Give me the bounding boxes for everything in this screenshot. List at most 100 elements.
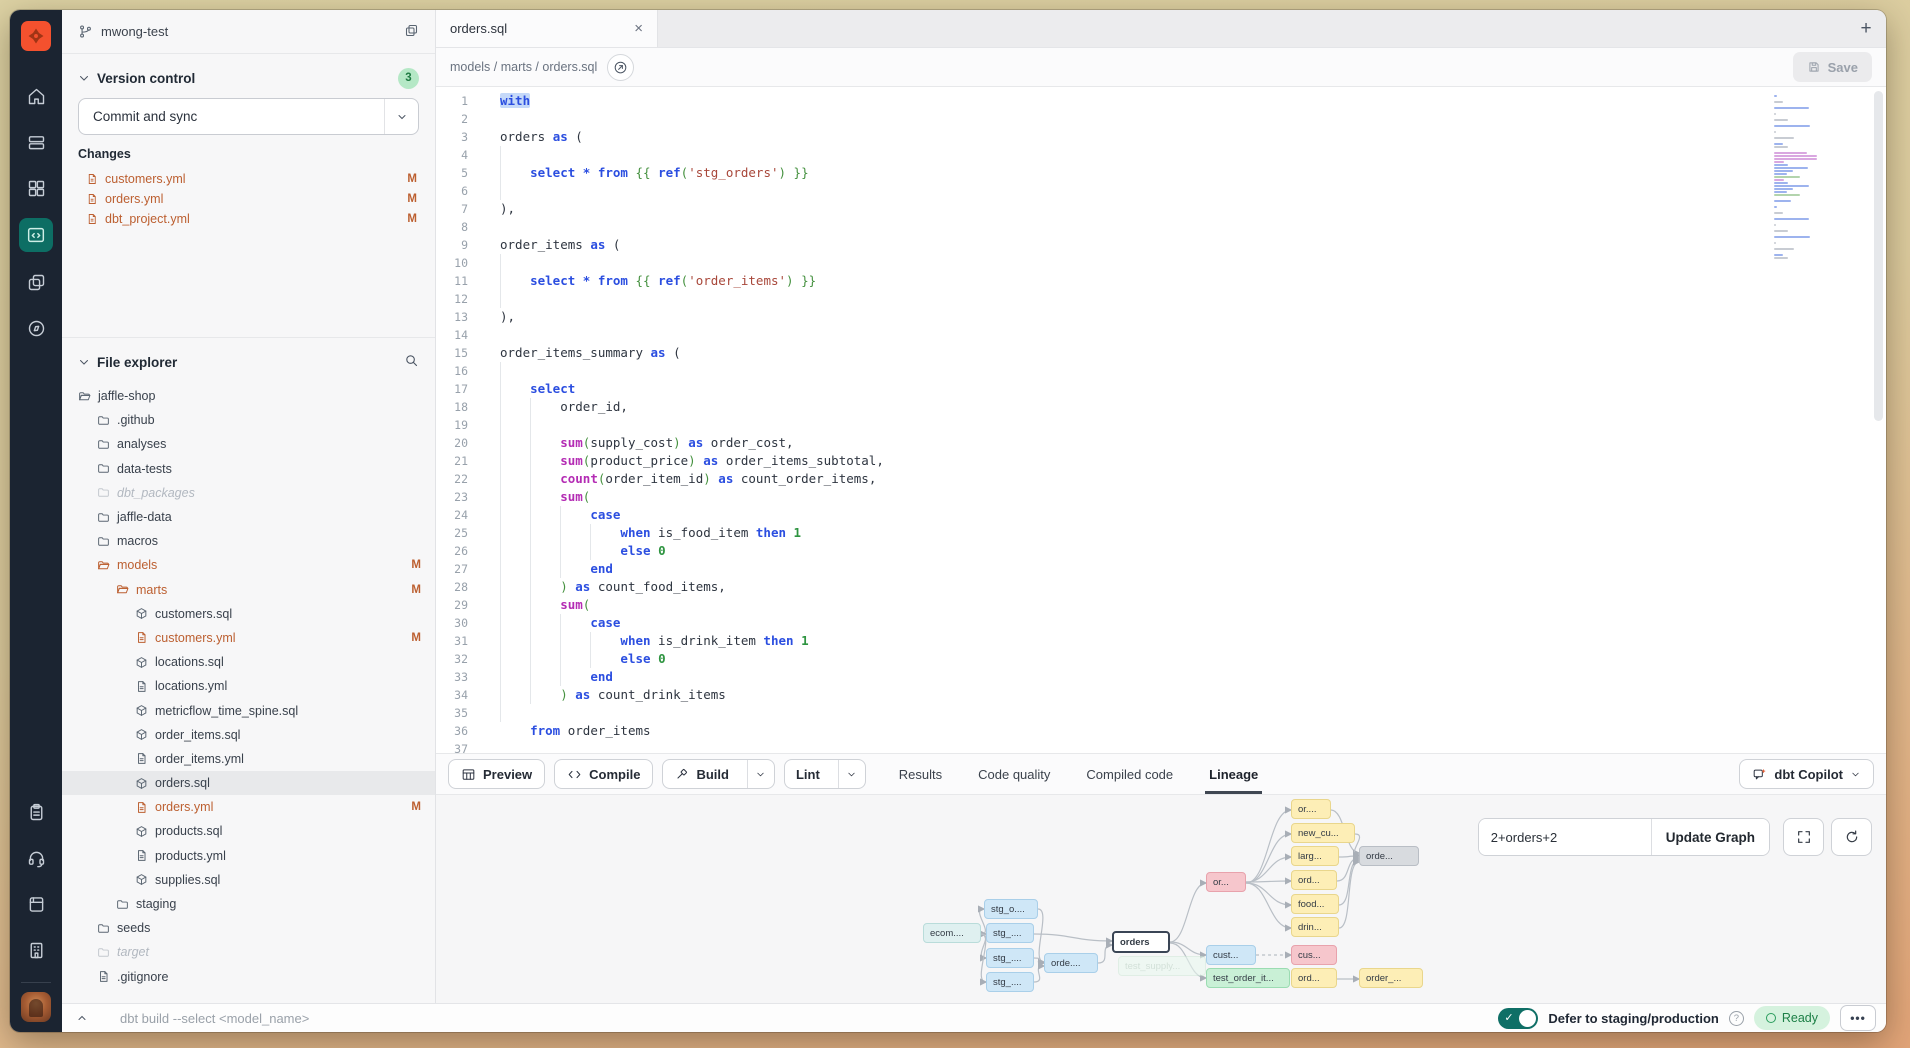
lineage-node-newcu[interactable]: new_cu... [1291, 823, 1355, 843]
tree-item-locations-sql[interactable]: locations.sql [62, 650, 435, 674]
commit-history-icon[interactable] [404, 23, 419, 41]
lineage-node-orde[interactable]: orde.... [1044, 953, 1098, 973]
scrollbar-thumb[interactable] [1874, 91, 1883, 421]
compile-button[interactable]: Compile [554, 759, 653, 789]
changed-file-row[interactable]: customers.ymlM [62, 169, 435, 189]
tree-item-dbt-packages[interactable]: dbt_packages [62, 481, 435, 505]
dbt-copilot-button[interactable]: dbt Copilot [1739, 759, 1874, 789]
view-lineage-icon[interactable] [607, 54, 634, 81]
close-tab-icon[interactable]: × [634, 21, 643, 36]
lineage-node-cus[interactable]: cus... [1291, 945, 1337, 965]
lineage-node-orde[interactable]: orde... [1359, 846, 1419, 866]
tree-item-jaffle-shop[interactable]: jaffle-shop [62, 384, 435, 408]
build-button[interactable]: Build [662, 759, 775, 789]
info-icon[interactable]: ? [1729, 1011, 1744, 1026]
clipboard-icon[interactable] [24, 800, 48, 824]
changed-file-row[interactable]: orders.ymlM [62, 189, 435, 209]
tab-lineage[interactable]: Lineage [1209, 754, 1258, 794]
lineage-node-food[interactable]: food... [1291, 894, 1339, 914]
lineage-node-orders[interactable]: orders [1112, 931, 1170, 953]
ide-active-icon[interactable] [19, 218, 53, 252]
lineage-node-ecom[interactable]: ecom.... [923, 923, 981, 943]
expand-command-bar-icon[interactable] [72, 1008, 92, 1028]
lineage-filter-input[interactable] [1479, 819, 1651, 855]
lineage-node-or[interactable]: or.... [1291, 799, 1331, 819]
tree-item-orders-yml[interactable]: orders.ymlM [62, 795, 435, 819]
tree-item-locations-yml[interactable]: locations.yml [62, 674, 435, 698]
lint-button[interactable]: Lint [784, 759, 866, 789]
org-building-icon[interactable] [24, 938, 48, 962]
explore-compass-icon[interactable] [24, 316, 48, 340]
user-avatar[interactable] [21, 992, 51, 1022]
lint-options-caret[interactable] [838, 760, 865, 788]
tree-item-data-tests[interactable]: data-tests [62, 457, 435, 481]
tab-compiled-code[interactable]: Compiled code [1086, 754, 1173, 794]
tree-item-staging[interactable]: staging [62, 892, 435, 916]
lineage-node-stg[interactable]: stg_.... [986, 948, 1034, 968]
tree-item-analyses[interactable]: analyses [62, 432, 435, 456]
lineage-node-testorderit[interactable]: test_order_it... [1206, 968, 1290, 988]
tree-item-metricflow-time-spine-sql[interactable]: metricflow_time_spine.sql [62, 698, 435, 722]
minimap[interactable] [1774, 95, 1836, 260]
preview-button[interactable]: Preview [448, 759, 545, 789]
tree-item-models[interactable]: modelsM [62, 553, 435, 577]
defer-toggle[interactable]: ✓ [1498, 1008, 1538, 1029]
lineage-node-or[interactable]: or... [1206, 872, 1246, 892]
file-explorer-header[interactable]: File explorer [78, 350, 419, 374]
tree-item-order-items-yml[interactable]: order_items.yml [62, 747, 435, 771]
docs-book-icon[interactable] [24, 892, 48, 916]
tree-item--gitignore[interactable]: .gitignore [62, 965, 435, 989]
lineage-node-ord[interactable]: ord... [1291, 968, 1337, 988]
code-editor[interactable]: 1234567891011121314151617181920212223242… [436, 87, 1886, 753]
lineage-node-testsupply[interactable]: test_supply... [1118, 956, 1206, 976]
tree-item-jaffle-data[interactable]: jaffle-data [62, 505, 435, 529]
tree-item-order-items-sql[interactable]: order_items.sql [62, 723, 435, 747]
tree-item-macros[interactable]: macros [62, 529, 435, 553]
result-tabs: Results Code quality Compiled code Lineage [899, 754, 1258, 794]
file-search-icon[interactable] [404, 353, 419, 371]
tree-item-customers-sql[interactable]: customers.sql [62, 602, 435, 626]
command-input[interactable]: dbt build --select <model_name> [120, 1011, 309, 1026]
refresh-button[interactable] [1831, 818, 1872, 856]
lineage-node-stg[interactable]: stg_.... [986, 923, 1034, 943]
tree-item-products-sql[interactable]: products.sql [62, 819, 435, 843]
tree-item--github[interactable]: .github [62, 408, 435, 432]
environments-icon[interactable] [24, 130, 48, 154]
lineage-node-cust[interactable]: cust... [1206, 945, 1256, 965]
editor-scrollbar[interactable] [1874, 91, 1883, 749]
tree-item-target[interactable]: target [62, 940, 435, 964]
commit-and-sync-button[interactable]: Commit and sync [78, 98, 419, 135]
folder-icon [97, 559, 110, 572]
code-area[interactable]: withorders as ( select * from {{ ref('st… [484, 87, 1886, 753]
changed-file-row[interactable]: dbt_project.ymlM [62, 209, 435, 229]
tree-item-marts[interactable]: martsM [62, 578, 435, 602]
lineage-node-stgo[interactable]: stg_o.... [984, 899, 1038, 919]
version-control-header[interactable]: Version control 3 [78, 66, 419, 90]
apps-grid-icon[interactable] [24, 176, 48, 200]
tab-orders-sql[interactable]: orders.sql × [436, 10, 658, 47]
tree-item-seeds[interactable]: seeds [62, 916, 435, 940]
lineage-node-larg[interactable]: larg... [1291, 846, 1339, 866]
new-tab-button[interactable]: + [1846, 10, 1886, 47]
tree-item-customers-yml[interactable]: customers.ymlM [62, 626, 435, 650]
overflow-menu-button[interactable]: ••• [1840, 1005, 1876, 1031]
fullscreen-button[interactable] [1783, 818, 1824, 856]
lineage-node-stg[interactable]: stg_.... [986, 972, 1034, 992]
build-options-caret[interactable] [747, 760, 774, 788]
branch-header[interactable]: mwong-test [62, 10, 435, 54]
dbt-logo[interactable] [21, 21, 51, 51]
tree-item-orders-sql[interactable]: orders.sql [62, 771, 435, 795]
update-graph-button[interactable]: Update Graph [1651, 819, 1769, 855]
save-button[interactable]: Save [1793, 52, 1872, 82]
tree-item-supplies-sql[interactable]: supplies.sql [62, 868, 435, 892]
tab-results[interactable]: Results [899, 754, 942, 794]
lineage-node-ord[interactable]: ord... [1291, 870, 1337, 890]
copy-windows-icon[interactable] [24, 270, 48, 294]
tree-item-products-yml[interactable]: products.yml [62, 844, 435, 868]
commit-options-caret[interactable] [384, 99, 418, 134]
tab-code-quality[interactable]: Code quality [978, 754, 1050, 794]
lineage-node-order[interactable]: order_... [1359, 968, 1423, 988]
support-headset-icon[interactable] [24, 846, 48, 870]
home-icon[interactable] [24, 84, 48, 108]
lineage-node-drin[interactable]: drin... [1291, 917, 1339, 937]
